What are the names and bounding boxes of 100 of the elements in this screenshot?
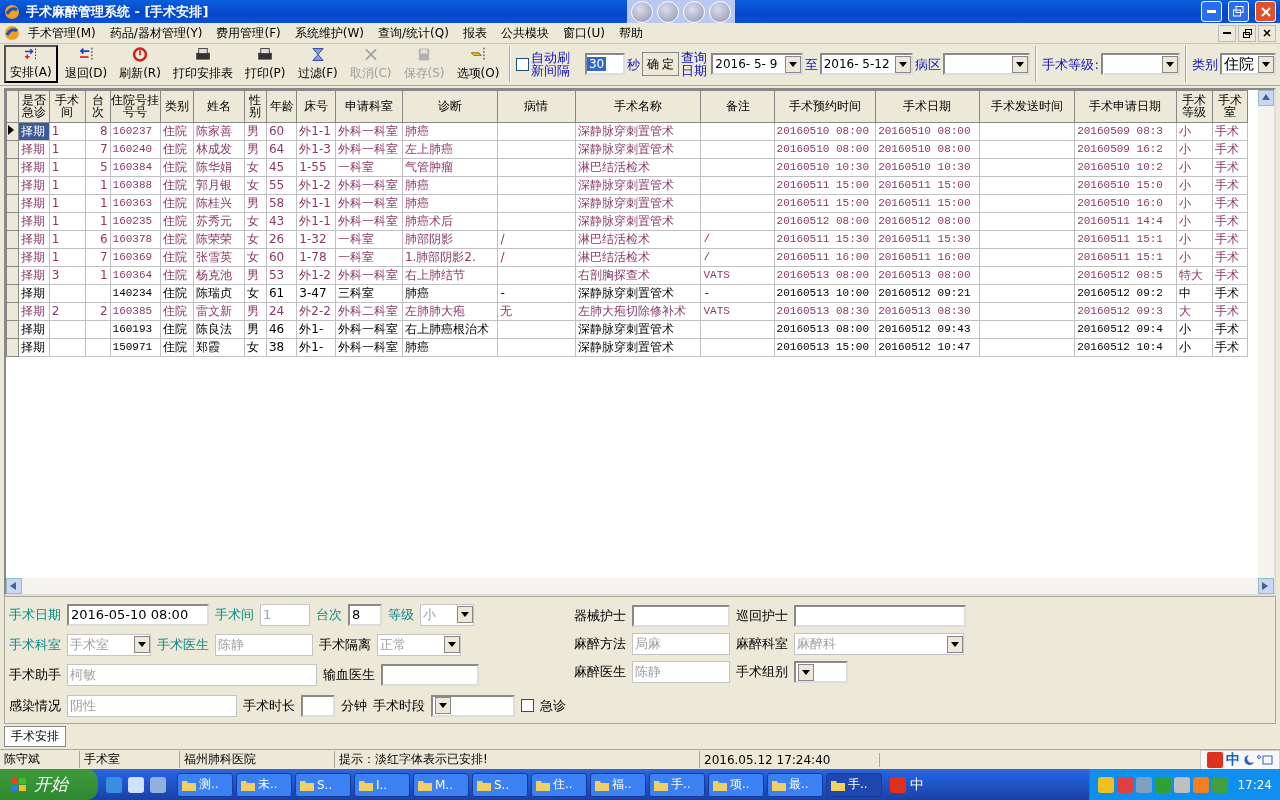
menu-item[interactable]: 系统维护(W)	[288, 22, 370, 44]
menu-item[interactable]: 公共模块	[494, 22, 555, 44]
toolbar-button[interactable]: 刷新(R)	[114, 45, 166, 84]
ime-mode[interactable]: 中	[1226, 750, 1240, 769]
select-field[interactable]	[794, 661, 848, 684]
minimize-button[interactable]	[1218, 24, 1236, 42]
table-cell: 深静脉穿刺置管术	[575, 176, 701, 195]
circle-button[interactable]	[683, 0, 705, 23]
column-header[interactable]: 类别	[160, 90, 194, 123]
table-cell: 7	[85, 140, 111, 159]
menu-item[interactable]: 查询/统计(Q)	[371, 22, 455, 44]
menu-item[interactable]: 窗口(U)	[556, 22, 611, 44]
start-button[interactable]: 开始	[0, 769, 98, 800]
column-header[interactable]: 性别	[244, 90, 267, 123]
caret-icon	[1016, 61, 1025, 67]
column-header[interactable]: 手术申请日期	[1074, 90, 1177, 123]
table-cell: 160235	[110, 212, 161, 231]
column-header[interactable]: 年龄	[266, 90, 297, 123]
input-field[interactable]	[301, 694, 335, 717]
toolbar-button[interactable]: 打印(P)	[239, 45, 291, 84]
taskbar-button[interactable]: I..	[354, 772, 410, 797]
toolbar-button[interactable]: 打印安排表	[167, 45, 238, 84]
input-field[interactable]: 8	[348, 603, 382, 626]
column-header[interactable]: 病情	[497, 90, 576, 123]
menu-item[interactable]: 手术管理(M)	[22, 22, 102, 44]
tray-icon[interactable]	[1174, 776, 1191, 793]
input-field[interactable]	[632, 605, 730, 628]
column-header[interactable]: 台次	[85, 90, 111, 123]
taskbar-button[interactable]: 未..	[236, 772, 292, 797]
tab[interactable]: 手术安排	[4, 726, 66, 747]
taskbar-button[interactable]: M..	[413, 772, 469, 797]
table-cell: 一科室	[335, 248, 403, 267]
menu-item[interactable]: 费用管理(F)	[210, 22, 287, 44]
column-header[interactable]: 手术日期	[875, 90, 980, 123]
column-header[interactable]: 住院号挂号号	[110, 90, 161, 123]
toolbar-button[interactable]: 过滤(F)	[292, 45, 343, 84]
menu-item[interactable]: 报表	[456, 22, 493, 44]
table-cell: 男	[244, 320, 267, 339]
taskbar-button[interactable]: 项..	[708, 772, 764, 797]
input-field[interactable]: 2016-05-10 08:00	[67, 603, 209, 626]
column-header[interactable]: 手术间	[49, 90, 86, 123]
circle-button[interactable]	[657, 0, 679, 23]
date-from-field[interactable]: 2016- 5- 9	[711, 53, 803, 76]
column-header[interactable]: 手术预约时间	[774, 90, 876, 123]
column-header[interactable]: 诊断	[402, 90, 498, 123]
taskbar-button[interactable]: 福..	[590, 772, 646, 797]
tray-icon[interactable]	[1117, 776, 1134, 793]
table-cell: 深静脉穿刺置管术	[575, 284, 701, 303]
taskbar-button[interactable]: 最..	[767, 772, 823, 797]
column-header[interactable]: 手术名称	[575, 90, 701, 123]
toolbar-button[interactable]: 退回(D)	[59, 45, 113, 84]
interval-spinner[interactable]: 30	[584, 53, 625, 76]
horizontal-scrollbar[interactable]	[6, 578, 1274, 595]
select-field[interactable]	[431, 694, 515, 717]
restore-button[interactable]	[1238, 24, 1256, 42]
column-header[interactable]: 手术等级	[1176, 90, 1213, 123]
table-cell: 住院	[160, 338, 194, 357]
circle-button[interactable]	[709, 0, 731, 23]
column-header[interactable]: 备注	[700, 90, 775, 123]
caret-icon	[1166, 61, 1175, 67]
taskbar-button[interactable]: S..	[295, 772, 351, 797]
type-select[interactable]: 住院	[1220, 53, 1276, 76]
menu-item[interactable]: 帮助	[613, 22, 649, 44]
table-cell: 55	[266, 176, 297, 195]
menu-item[interactable]: 药品/器材管理(Y)	[103, 22, 209, 44]
input-field[interactable]	[381, 664, 479, 687]
toolbar-button[interactable]: 选项(O)	[451, 45, 505, 84]
confirm-button[interactable]: 确 定	[641, 52, 680, 77]
column-header[interactable]: 是否急诊	[18, 90, 50, 123]
date-to-field[interactable]: 2016- 5-12	[819, 53, 914, 76]
taskbar-button[interactable]: S..	[472, 772, 528, 797]
checkbox[interactable]	[516, 57, 530, 71]
table-cell: 5	[85, 158, 111, 177]
table-cell: 1-55	[296, 158, 336, 177]
column-header[interactable]: 手术室	[1212, 90, 1248, 123]
taskbar-button[interactable]: 手..	[649, 772, 705, 797]
column-header[interactable]: 姓名	[193, 90, 245, 123]
vertical-scrollbar[interactable]	[1258, 89, 1274, 579]
tray-icon[interactable]	[1098, 776, 1115, 793]
input-field[interactable]	[794, 605, 966, 628]
table-cell: 20160511 15:00	[875, 176, 980, 195]
column-header[interactable]: 床号	[296, 90, 336, 123]
windows-logo-icon	[10, 776, 28, 793]
ime-indicator[interactable]: 中	[910, 775, 924, 794]
column-header[interactable]: 手术发送时间	[979, 90, 1075, 123]
taskbar-button[interactable]: 测..	[177, 772, 233, 797]
table-cell: 一科室	[335, 230, 403, 249]
taskbar-button[interactable]: 手..	[826, 772, 882, 797]
table-cell: 陈瑞贞	[193, 284, 245, 303]
toolbar-button[interactable]: 安排(A)	[4, 45, 58, 84]
close-button[interactable]	[1258, 24, 1276, 42]
circle-button[interactable]	[631, 0, 653, 23]
table-cell: 女	[244, 176, 267, 195]
table-cell: 择期	[18, 140, 50, 159]
column-header[interactable]: 申请科室	[335, 90, 403, 123]
grade-select[interactable]	[1100, 53, 1181, 76]
ward-select[interactable]	[943, 53, 1031, 76]
table-cell	[85, 284, 111, 303]
checkbox[interactable]	[521, 699, 534, 713]
taskbar-button[interactable]: 住..	[531, 772, 587, 797]
